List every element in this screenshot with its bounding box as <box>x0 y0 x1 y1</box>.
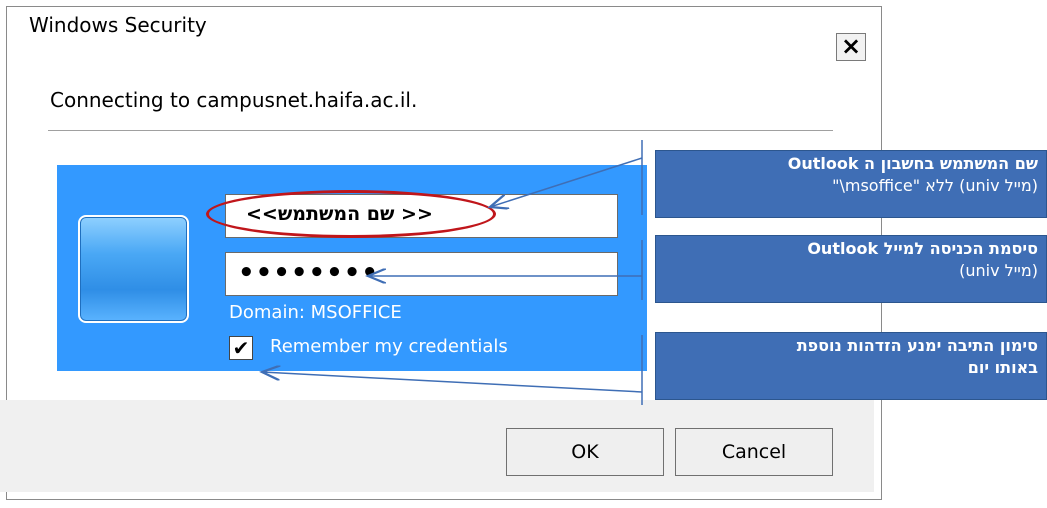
annotation-username: שם המשתמש בחשבון ה Outlook (מייל univ) ל… <box>655 150 1047 218</box>
remember-checkbox[interactable]: ✔ <box>229 336 253 360</box>
window-title: Windows Security <box>29 13 207 37</box>
annotation-password-line2: (מייל univ) <box>959 261 1038 280</box>
title-bar: Windows Security <box>7 7 881 45</box>
annotation-password-line1: סיסמת הכניסה למייל Outlook <box>807 239 1038 258</box>
connecting-text: Connecting to campusnet.haifa.ac.il. <box>50 88 418 112</box>
username-highlight-ellipse <box>206 190 496 238</box>
password-value: •••••••• <box>238 258 379 288</box>
close-icon: × <box>840 32 862 60</box>
annotation-username-line1: שם המשתמש בחשבון ה Outlook <box>787 154 1038 173</box>
cancel-button[interactable]: Cancel <box>675 428 833 476</box>
annotation-password: סיסמת הכניסה למייל Outlook (מייל univ) <box>655 235 1047 303</box>
annotation-remember-line1: סימון התיבה ימנע הזדהות נוספת <box>796 336 1038 355</box>
password-input[interactable]: •••••••• <box>225 252 618 296</box>
remember-label: Remember my credentials <box>270 336 508 357</box>
separator <box>48 130 833 131</box>
annotation-remember: סימון התיבה ימנע הזדהות נוספת באותו יום <box>655 332 1047 400</box>
checkbox-check-icon: ✔ <box>232 336 250 360</box>
ok-button[interactable]: OK <box>506 428 664 476</box>
user-avatar-icon <box>78 215 189 323</box>
annotation-username-line2: (מייל univ) ללא "msoffice\" <box>832 176 1038 195</box>
annotation-remember-line2: באותו יום <box>967 358 1038 377</box>
close-button[interactable]: × <box>836 33 866 61</box>
domain-label: Domain: MSOFFICE <box>229 302 402 323</box>
